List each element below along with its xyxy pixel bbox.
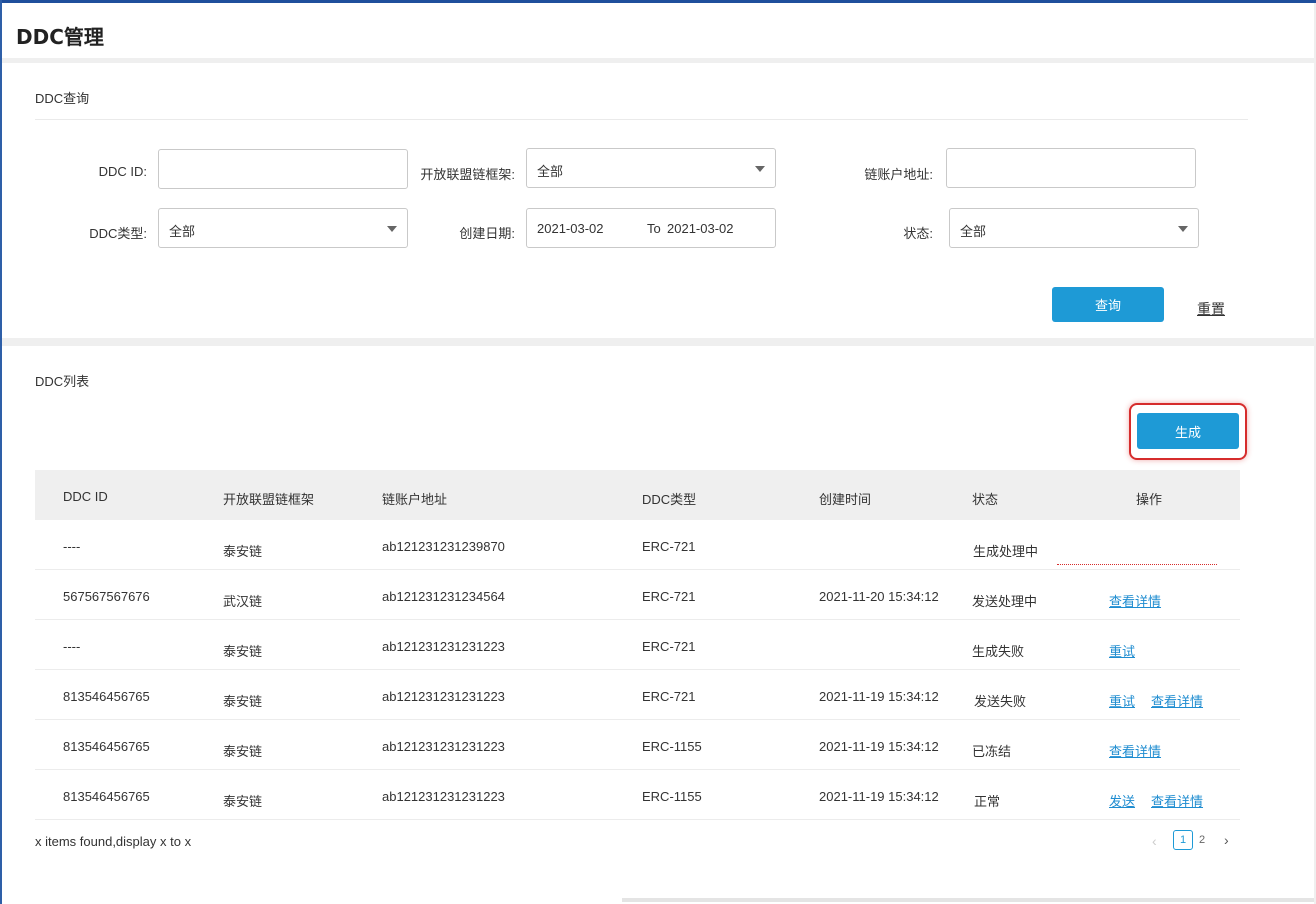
table-row: 813546456765 泰安链 ab121231231231223 ERC-1… <box>35 770 1240 820</box>
list-panel: DDC列表 生成 DDC ID 开放联盟链框架 链账户地址 DDC类型 创建时间… <box>2 346 1314 904</box>
view-details-link[interactable]: 查看详情 <box>1151 791 1203 810</box>
cell-type: ERC-721 <box>642 689 696 704</box>
items-found-text: x items found,display x to x <box>35 834 192 849</box>
date-to[interactable]: 2021-03-02 <box>667 221 734 236</box>
cell-status: 发送失败 <box>974 694 1027 709</box>
col-actions: 操作 <box>1136 492 1163 507</box>
retry-link[interactable]: 重试 <box>1109 641 1135 660</box>
date-range-picker[interactable]: 2021-03-02 To 2021-03-02 <box>526 208 776 248</box>
cell-status: 已冻结 <box>972 744 1012 759</box>
framework-select-value: 全部 <box>537 164 564 179</box>
cell-time: 2021-11-20 15:34:12 <box>819 589 939 604</box>
query-title: DDC查询 <box>35 91 90 106</box>
query-panel: DDC查询 DDC ID: 开放联盟链框架: 全部 链账户地址: DDC类型: … <box>2 63 1314 338</box>
col-type: DDC类型 <box>642 492 697 507</box>
view-details-link[interactable]: 查看详情 <box>1109 741 1161 760</box>
cell-time: 2021-11-19 15:34:12 <box>819 739 939 754</box>
framework-label: 开放联盟链框架: <box>420 167 515 182</box>
chevron-down-icon <box>387 226 397 232</box>
view-details-link[interactable]: 查看详情 <box>1151 691 1203 710</box>
cell-address: ab121231231234564 <box>382 589 505 604</box>
col-framework: 开放联盟链框架 <box>223 492 315 507</box>
date-from[interactable]: 2021-03-02 <box>537 221 604 236</box>
date-label: 创建日期: <box>459 226 515 241</box>
col-status: 状态 <box>972 492 999 507</box>
cell-time: 2021-11-19 15:34:12 <box>819 689 939 704</box>
cell-address: ab121231231231223 <box>382 789 505 804</box>
page-title: DDC管理 <box>16 25 104 49</box>
table-row: 567567567676 武汉链 ab121231231234564 ERC-7… <box>35 570 1240 620</box>
cell-framework: 泰安链 <box>223 744 263 759</box>
cell-status: 生成处理中 <box>973 544 1039 559</box>
col-time: 创建时间 <box>819 492 872 507</box>
table-header: DDC ID 开放联盟链框架 链账户地址 DDC类型 创建时间 状态 操作 <box>35 470 1240 520</box>
chevron-down-icon <box>1178 226 1188 232</box>
ddc-type-select-value: 全部 <box>169 224 196 239</box>
cell-framework: 武汉链 <box>223 594 263 609</box>
cell-ddc-id: 813546456765 <box>63 689 150 704</box>
search-button[interactable]: 查询 <box>1052 287 1164 322</box>
cell-framework: 泰安链 <box>223 694 263 709</box>
cell-address: ab121231231231223 <box>382 639 505 654</box>
cell-status: 发送处理中 <box>972 594 1038 609</box>
address-input[interactable] <box>946 148 1196 188</box>
status-select[interactable]: 全部 <box>949 208 1199 248</box>
address-label: 链账户地址: <box>864 167 933 182</box>
cell-ddc-id: ---- <box>63 539 81 554</box>
cell-address: ab121231231239870 <box>382 539 505 554</box>
page-header: DDC管理 <box>2 3 1314 58</box>
list-title: DDC列表 <box>35 374 90 389</box>
chevron-left-icon[interactable]: ‹ <box>1152 833 1157 849</box>
send-link[interactable]: 发送 <box>1109 791 1135 810</box>
cell-type: ERC-721 <box>642 639 696 654</box>
table-row: ---- 泰安链 ab121231231231223 ERC-721 生成失败 … <box>35 620 1240 670</box>
cell-ddc-id: ---- <box>63 639 81 654</box>
cell-ddc-id: 813546456765 <box>63 789 150 804</box>
cell-address: ab121231231231223 <box>382 689 505 704</box>
chevron-down-icon <box>755 166 765 172</box>
table-row: 813546456765 泰安链 ab121231231231223 ERC-7… <box>35 670 1240 720</box>
status-label: 状态: <box>903 226 933 241</box>
ddc-id-input[interactable] <box>158 149 408 189</box>
ddc-type-select[interactable]: 全部 <box>158 208 408 248</box>
page-1-button[interactable]: 1 <box>1173 830 1193 850</box>
cell-ddc-id: 567567567676 <box>63 589 150 604</box>
col-address: 链账户地址 <box>382 492 448 507</box>
cell-ddc-id: 813546456765 <box>63 739 150 754</box>
cell-address: ab121231231231223 <box>382 739 505 754</box>
cell-type: ERC-721 <box>642 589 696 604</box>
cell-framework: 泰安链 <box>223 644 263 659</box>
ddc-type-label: DDC类型: <box>89 226 147 241</box>
generate-button[interactable]: 生成 <box>1137 413 1239 449</box>
cell-type: ERC-1155 <box>642 789 702 804</box>
col-ddc-id: DDC ID <box>63 489 108 504</box>
query-divider <box>35 119 1248 120</box>
table-row: ---- 泰安链 ab121231231239870 ERC-721 生成处理中 <box>35 520 1240 570</box>
cell-status: 正常 <box>974 794 1001 809</box>
framework-select[interactable]: 全部 <box>526 148 776 188</box>
chevron-right-icon[interactable]: › <box>1224 832 1229 848</box>
status-select-value: 全部 <box>960 224 987 239</box>
date-to-label: To <box>647 221 661 236</box>
table-row: 813546456765 泰安链 ab121231231231223 ERC-1… <box>35 720 1240 770</box>
cell-framework: 泰安链 <box>223 544 263 559</box>
page-2-button[interactable]: 2 <box>1199 834 1205 846</box>
ddc-id-label: DDC ID: <box>98 164 147 179</box>
reset-button[interactable]: 重置 <box>1197 299 1225 319</box>
cell-time: 2021-11-19 15:34:12 <box>819 789 939 804</box>
cell-status: 生成失败 <box>972 644 1025 659</box>
view-details-link[interactable]: 查看详情 <box>1109 591 1161 610</box>
cell-framework: 泰安链 <box>223 794 263 809</box>
cell-type: ERC-721 <box>642 539 696 554</box>
cell-type: ERC-1155 <box>642 739 702 754</box>
retry-link[interactable]: 重试 <box>1109 691 1135 710</box>
bottom-shadow <box>622 898 1314 902</box>
